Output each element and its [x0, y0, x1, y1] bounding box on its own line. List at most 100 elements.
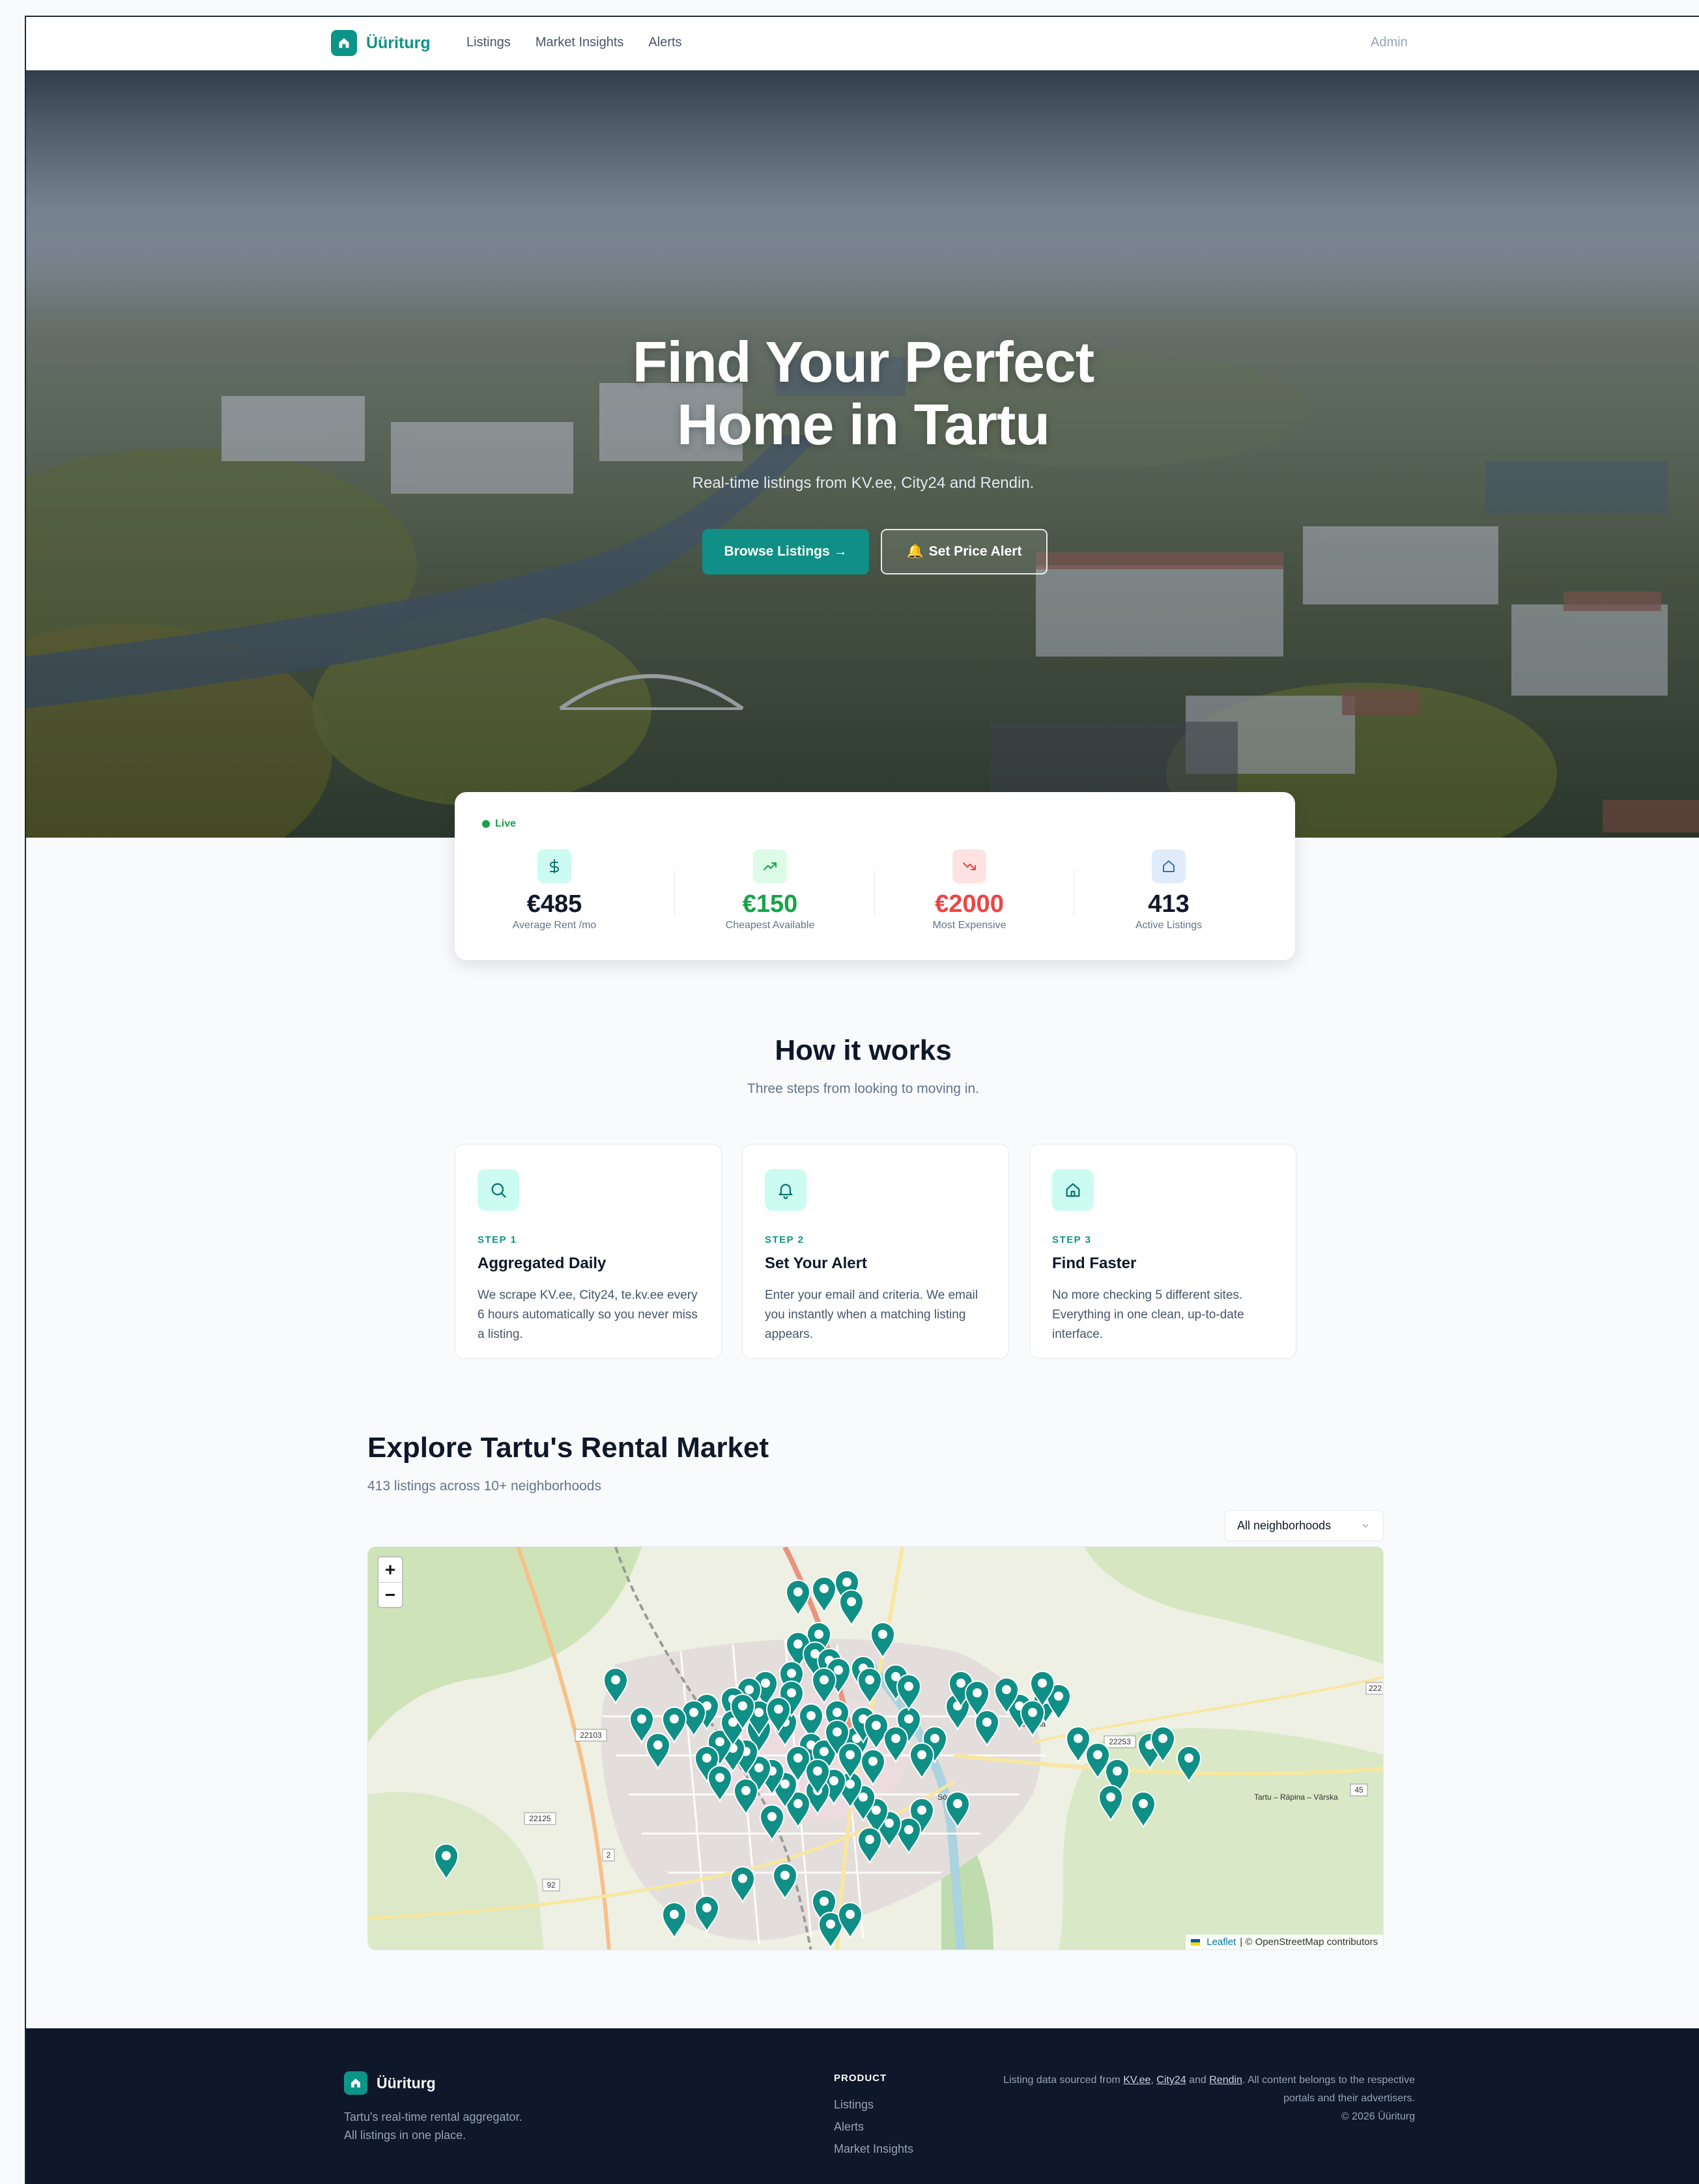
explore-title: Explore Tartu's Rental Market [367, 1432, 769, 1464]
bell-emoji-icon: 🔔 [906, 544, 924, 559]
chevron-down-icon [1362, 1524, 1369, 1528]
nav-link-market-insights[interactable]: Market Insights [535, 35, 624, 50]
step-description: No more checking 5 different sites. Ever… [1052, 1288, 1244, 1341]
live-dot-icon [482, 820, 490, 828]
step-number: STEP 2 [765, 1234, 805, 1245]
zoom-controls: + − [377, 1556, 403, 1608]
neighborhood-select-value: All neighborhoods [1237, 1518, 1332, 1532]
map-place-label: Tartu – Räpina – Värska [1254, 1793, 1338, 1802]
map-road-label: 2 [607, 1851, 611, 1860]
legal-prefix: Listing data sourced from [1003, 2075, 1121, 2086]
step-description: Enter your email and criteria. We email … [765, 1288, 978, 1341]
footer-legal-line-1: Listing data sourced from KV.ee, City24 … [1003, 2075, 1415, 2086]
browse-listings-button[interactable]: Browse Listings → [702, 529, 869, 574]
set-price-alert-label: Set Price Alert [928, 544, 1022, 559]
hero-title-line-2: Home in Tartu [676, 392, 1050, 457]
footer-tagline-line-2: All listings in one place. [344, 2129, 466, 2142]
map-road-label: 45 [1354, 1785, 1363, 1794]
trending-up-icon [753, 849, 787, 883]
footer-brand-name: Üüriturg [377, 2074, 436, 2092]
footer-copyright: © 2026 Üüriturg [1341, 2111, 1415, 2122]
home-icon [1152, 849, 1186, 883]
footer-link-market-insights[interactable]: Market Insights [834, 2138, 913, 2160]
map-road-label: 92 [547, 1880, 556, 1890]
trending-down-icon [952, 849, 986, 883]
how-it-works-subtitle: Three steps from looking to moving in. [747, 1081, 979, 1096]
market-stats-card: Live €485 Average Rent /mo €150 Cheapest… [455, 792, 1295, 960]
live-badge: Live [482, 818, 516, 830]
leaflet-link[interactable]: Leaflet [1206, 1936, 1236, 1948]
stat-active-listings: 413 Active Listings [1069, 849, 1268, 931]
footer-legal-line-2: portals and their advertisers. [1283, 2093, 1415, 2104]
nav-link-listings[interactable]: Listings [466, 35, 511, 50]
footer-link-listings[interactable]: Listings [834, 2093, 913, 2116]
brand-name: Üüriturg [366, 33, 431, 52]
top-navbar: Üüriturg Listings Market Insights Alerts… [26, 17, 1699, 70]
hero-title: Find Your Perfect Home in Tartu [26, 331, 1699, 456]
stat-label: Average Rent /mo [512, 920, 597, 931]
footer-product-heading: PRODUCT [834, 2073, 887, 2084]
stat-label: Active Listings [1135, 920, 1203, 931]
footer-brand[interactable]: Üüriturg [344, 2071, 436, 2095]
hero-actions: Browse Listings → 🔔 Set Price Alert [702, 529, 1048, 574]
stat-label: Most Expensive [932, 920, 1007, 931]
stat-value: €485 [526, 890, 582, 918]
stat-label: Cheapest Available [725, 920, 815, 931]
set-price-alert-button[interactable]: 🔔 Set Price Alert [881, 529, 1048, 574]
stat-cheapest: €150 Cheapest Available [670, 849, 870, 931]
home-icon [1052, 1169, 1094, 1211]
brand[interactable]: Üüriturg [331, 30, 431, 56]
bell-icon [765, 1169, 807, 1211]
dollar-icon [537, 849, 571, 883]
nav-links: Listings Market Insights Alerts [466, 35, 682, 50]
source-link-city24[interactable]: City24 [1156, 2075, 1186, 2086]
hero-title-line-1: Find Your Perfect [632, 330, 1094, 394]
footer-legal: Listing data sourced from KV.ee, City24 … [938, 2071, 1415, 2126]
step-card-1: STEP 1 Aggregated Daily We scrape KV.ee,… [455, 1144, 722, 1359]
ukraine-flag-icon [1191, 1938, 1201, 1946]
legal-suffix: . All content belongs to the respective [1242, 2075, 1415, 2086]
map-road-label: 222 [1369, 1684, 1382, 1693]
live-label: Live [495, 818, 517, 829]
stat-most-expensive: €2000 Most Expensive [870, 849, 1069, 931]
stat-average-rent: €485 Average Rent /mo [455, 849, 654, 931]
footer-tagline-line-1: Tartu's real-time rental aggregator. [344, 2110, 522, 2123]
footer: Üüriturg Tartu's real-time rental aggreg… [26, 2028, 1699, 2184]
source-link-rendin[interactable]: Rendin [1209, 2075, 1242, 2086]
listings-map[interactable]: 22103 22125 22253 92 45 2 222 Sõpruse Ja… [367, 1546, 1384, 1950]
source-link-kvee[interactable]: KV.ee [1123, 2075, 1150, 2086]
stat-value: 413 [1148, 890, 1190, 918]
step-number: STEP 3 [1052, 1234, 1092, 1245]
step-card-2: STEP 2 Set Your Alert Enter your email a… [742, 1144, 1009, 1359]
legal-and: and [1189, 2075, 1206, 2086]
osm-attribution: | © OpenStreetMap contributors [1240, 1936, 1378, 1948]
step-card-3: STEP 3 Find Faster No more checking 5 di… [1029, 1144, 1296, 1359]
step-description: We scrape KV.ee, City24, te.kv.ee every … [478, 1288, 698, 1341]
zoom-in-button[interactable]: + [378, 1557, 402, 1582]
home-logo-icon [344, 2071, 367, 2095]
footer-tagline: Tartu's real-time rental aggregator. All… [344, 2108, 522, 2144]
explore-subtitle: 413 listings across 10+ neighborhoods [367, 1479, 601, 1494]
footer-product-links: Listings Alerts Market Insights [834, 2093, 913, 2160]
footer-link-alerts[interactable]: Alerts [834, 2116, 913, 2138]
nav-link-alerts[interactable]: Alerts [648, 35, 681, 50]
map-road-label: 22253 [1109, 1737, 1131, 1746]
hero-subtitle: Real-time listings from KV.ee, City24 an… [692, 474, 1035, 492]
how-it-works-title: How it works [775, 1034, 952, 1066]
step-number: STEP 1 [478, 1234, 517, 1245]
step-title: Aggregated Daily [478, 1255, 607, 1272]
map-tiles: 22103 22125 22253 92 45 2 222 Sõpruse Ja… [368, 1547, 1383, 1950]
map-road-label: 22125 [529, 1814, 551, 1823]
step-title: Set Your Alert [765, 1255, 867, 1272]
step-title: Find Faster [1052, 1255, 1137, 1272]
stat-value: €2000 [935, 890, 1004, 918]
zoom-out-button[interactable]: − [378, 1582, 402, 1607]
neighborhood-select[interactable]: All neighborhoods [1225, 1510, 1384, 1541]
search-icon [478, 1169, 519, 1211]
hero-section: Find Your Perfect Home in Tartu Real-tim… [26, 70, 1699, 838]
map-attribution: Leaflet | © OpenStreetMap contributors [1186, 1935, 1383, 1950]
stat-value: €150 [742, 890, 798, 918]
nav-link-admin[interactable]: Admin [1371, 35, 1408, 50]
map-road-label: 22103 [580, 1731, 602, 1740]
home-logo-icon [331, 30, 357, 56]
